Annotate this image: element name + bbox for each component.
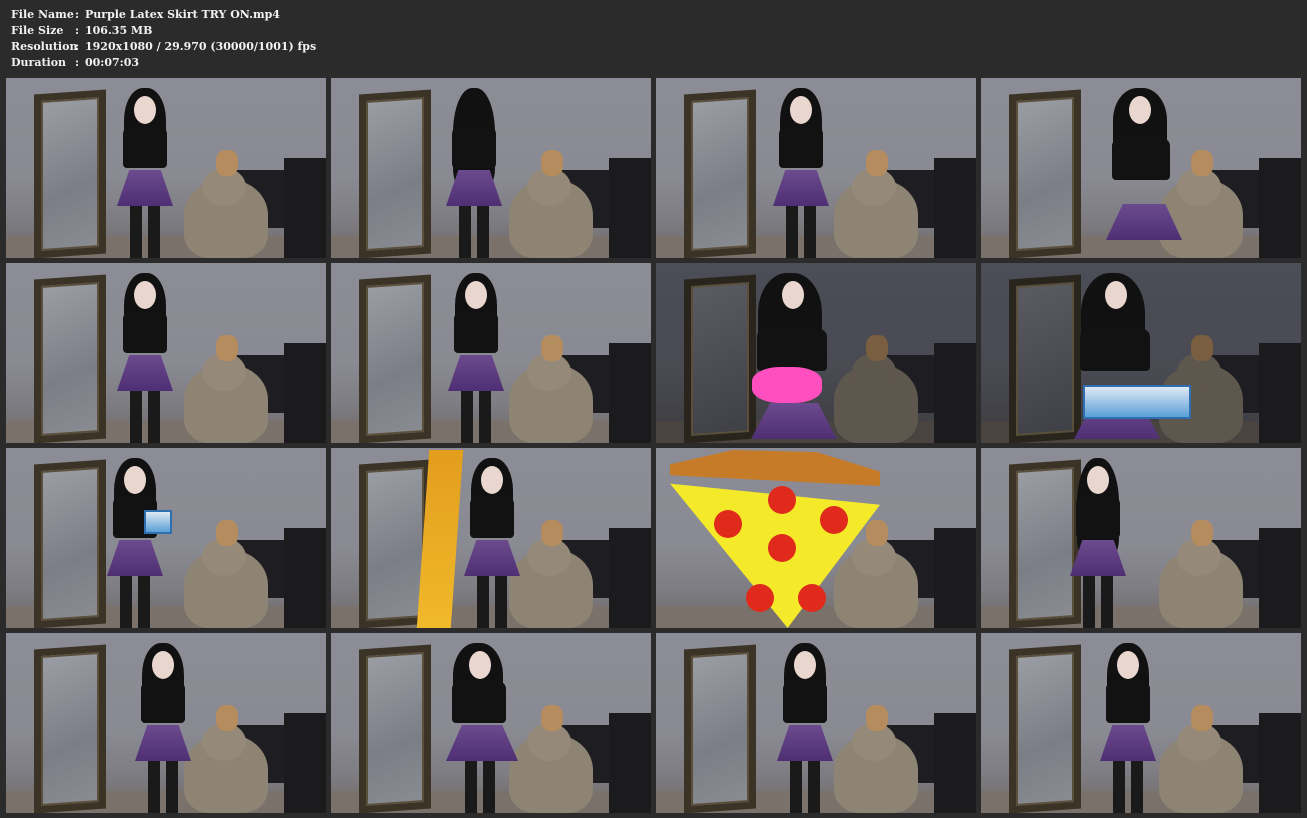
resolution-row: Resolution : 1920x1080 / 29.970 (30000/1… bbox=[11, 39, 316, 55]
resolution-label: Resolution bbox=[11, 40, 78, 53]
video-thumbnail[interactable] bbox=[331, 633, 651, 813]
video-thumbnail[interactable] bbox=[981, 78, 1301, 258]
video-thumbnail[interactable] bbox=[6, 78, 326, 258]
video-thumbnail[interactable] bbox=[6, 633, 326, 813]
video-thumbnail[interactable] bbox=[331, 448, 651, 628]
thumbnail-grid bbox=[6, 78, 1302, 813]
video-thumbnail[interactable] bbox=[331, 263, 651, 443]
duration-value: 00:07:03 bbox=[85, 56, 140, 69]
video-thumbnail[interactable] bbox=[656, 78, 976, 258]
video-thumbnail[interactable] bbox=[981, 633, 1301, 813]
file-name-row: File Name : Purple Latex Skirt TRY ON.mp… bbox=[11, 7, 316, 23]
video-thumbnail[interactable] bbox=[6, 448, 326, 628]
duration-row: Duration : 00:07:03 bbox=[11, 55, 316, 71]
video-thumbnail[interactable] bbox=[656, 448, 976, 628]
duration-label: Duration bbox=[11, 56, 67, 69]
video-thumbnail[interactable] bbox=[981, 448, 1301, 628]
file-size-separator: : bbox=[75, 24, 80, 37]
video-thumbnail[interactable] bbox=[331, 78, 651, 258]
file-size-label: File Size bbox=[11, 24, 64, 37]
file-name-value: Purple Latex Skirt TRY ON.mp4 bbox=[85, 8, 280, 21]
video-thumbnail[interactable] bbox=[656, 633, 976, 813]
file-name-separator: : bbox=[75, 8, 80, 21]
video-thumbnail[interactable] bbox=[981, 263, 1301, 443]
file-info-panel: File Name : Purple Latex Skirt TRY ON.mp… bbox=[11, 7, 316, 71]
video-thumbnail[interactable] bbox=[6, 263, 326, 443]
file-size-value: 106.35 MB bbox=[85, 24, 153, 37]
file-name-label: File Name bbox=[11, 8, 74, 21]
resolution-separator: : bbox=[75, 40, 80, 53]
file-size-row: File Size : 106.35 MB bbox=[11, 23, 316, 39]
resolution-value: 1920x1080 / 29.970 (30000/1001) fps bbox=[85, 40, 317, 53]
duration-separator: : bbox=[75, 56, 80, 69]
video-thumbnail[interactable] bbox=[656, 263, 976, 443]
